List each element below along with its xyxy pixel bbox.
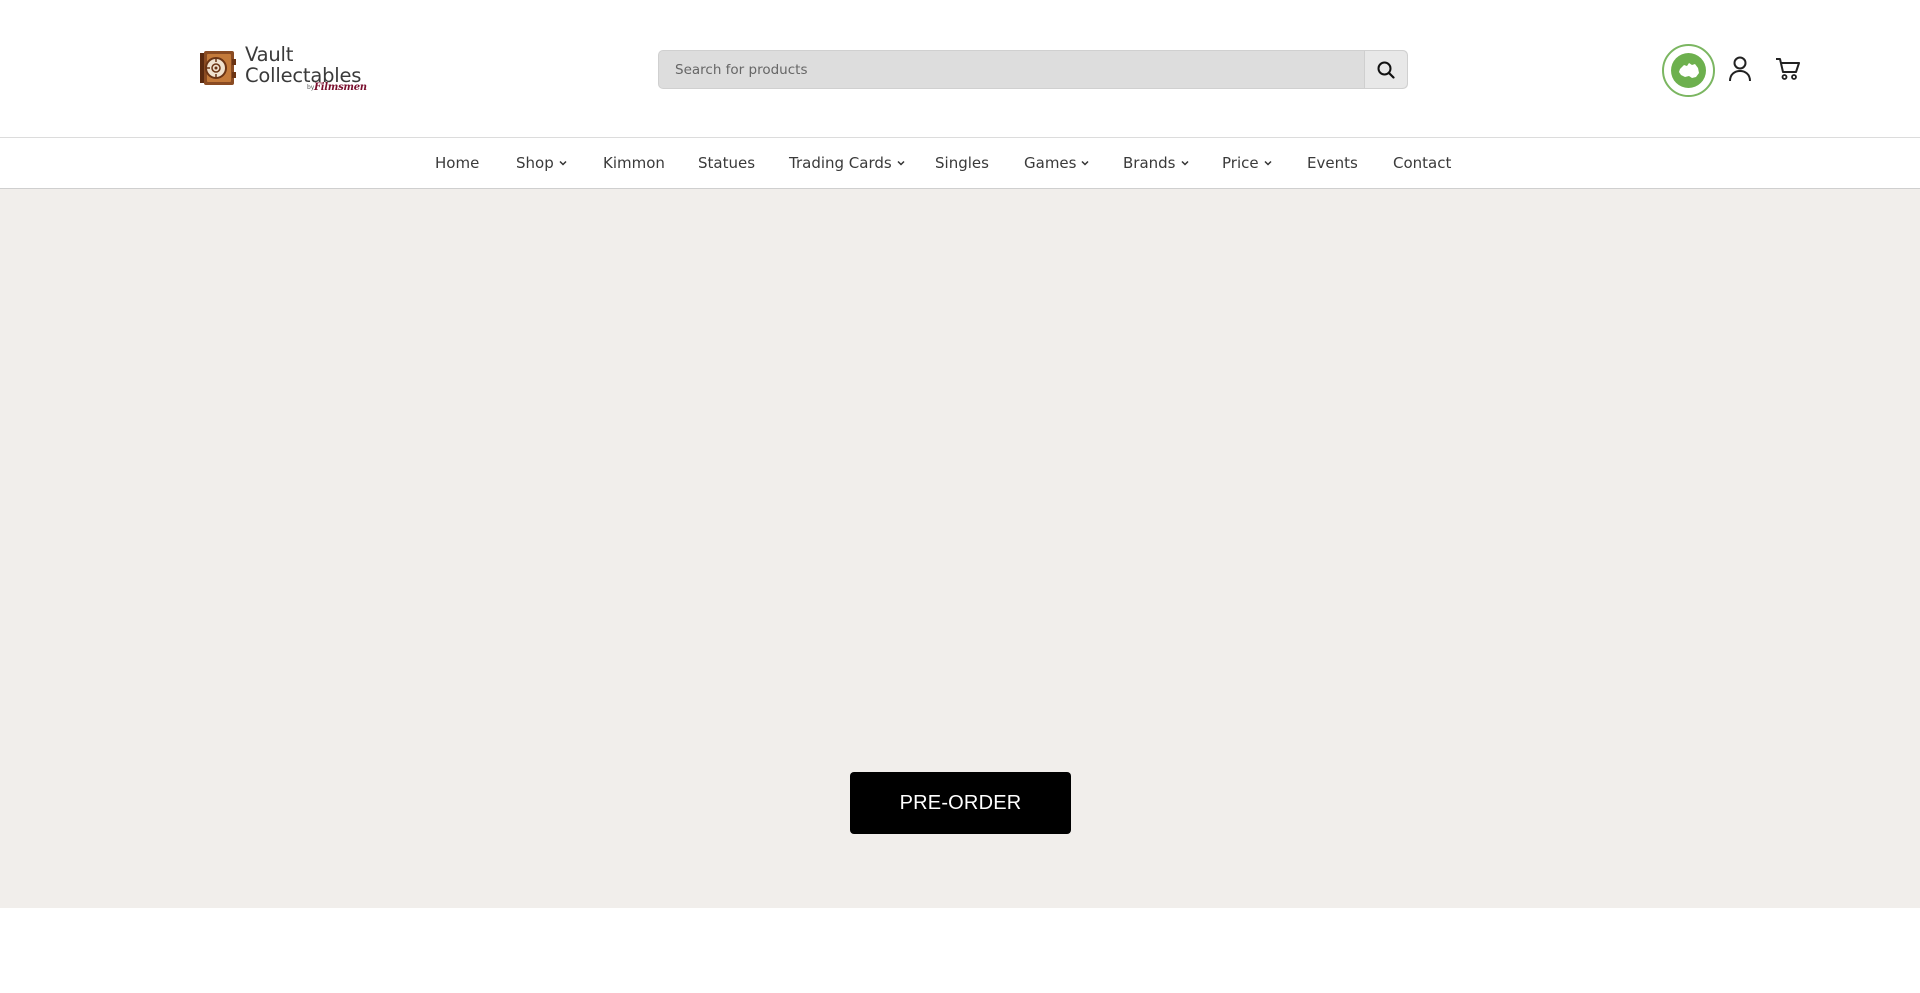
nav-item-kimmon[interactable]: Kimmon (603, 154, 665, 172)
australia-map-icon (1678, 62, 1699, 78)
chevron-down-icon (1264, 160, 1272, 166)
nav-label: Trading Cards (789, 154, 892, 172)
search-button[interactable] (1364, 51, 1407, 88)
nav-item-contact[interactable]: Contact (1393, 154, 1451, 172)
nav-label: Statues (698, 154, 756, 172)
nav-item-home[interactable]: Home (435, 154, 479, 172)
nav-label: Kimmon (603, 154, 665, 172)
australian-owned-badge-icon (1662, 44, 1715, 97)
logo-brand-text: Filmsmen (314, 82, 367, 93)
chevron-down-icon (1180, 160, 1189, 166)
nav-label: Brands (1123, 154, 1176, 172)
nav-item-brands[interactable]: Brands (1123, 154, 1189, 172)
nav-item-singles[interactable]: Singles (935, 154, 989, 172)
chevron-down-icon (897, 160, 905, 166)
nav-item-statues[interactable]: Statues (698, 154, 755, 172)
pre-order-button[interactable]: PRE-ORDER (850, 772, 1071, 834)
nav-item-trading-cards[interactable]: Trading Cards (789, 154, 905, 172)
nav-label: Events (1307, 154, 1358, 172)
vault-logo-icon (200, 51, 236, 85)
nav-label: Shop (516, 154, 554, 172)
nav-item-games[interactable]: Games (1024, 154, 1090, 172)
logo-line-1: Vault (245, 43, 294, 66)
nav-label: Singles (935, 154, 989, 172)
page-content-below (0, 908, 1920, 993)
cart-icon[interactable] (1775, 57, 1801, 81)
logo-wordmark: Vault Collectables (245, 44, 361, 86)
nav-item-price[interactable]: Price (1222, 154, 1272, 172)
search-icon (1377, 61, 1395, 79)
chevron-down-icon (559, 160, 567, 166)
search-input[interactable] (659, 51, 1365, 88)
nav-item-events[interactable]: Events (1307, 154, 1358, 172)
chevron-down-icon (1081, 160, 1090, 166)
search-bar (658, 50, 1408, 89)
nav-label: Contact (1393, 154, 1452, 172)
nav-label: Home (435, 154, 480, 172)
nav-label: Price (1222, 154, 1259, 172)
site-logo[interactable]: Vault Collectables by Filmsmen (198, 44, 367, 100)
site-header: Vault Collectables by Filmsmen (0, 0, 1920, 138)
nav-item-shop[interactable]: Shop (516, 154, 567, 172)
main-navigation: Home Shop Kimmon Statues Trading Cards S… (0, 138, 1920, 189)
nav-label: Games (1024, 154, 1077, 172)
account-icon[interactable] (1727, 55, 1753, 83)
